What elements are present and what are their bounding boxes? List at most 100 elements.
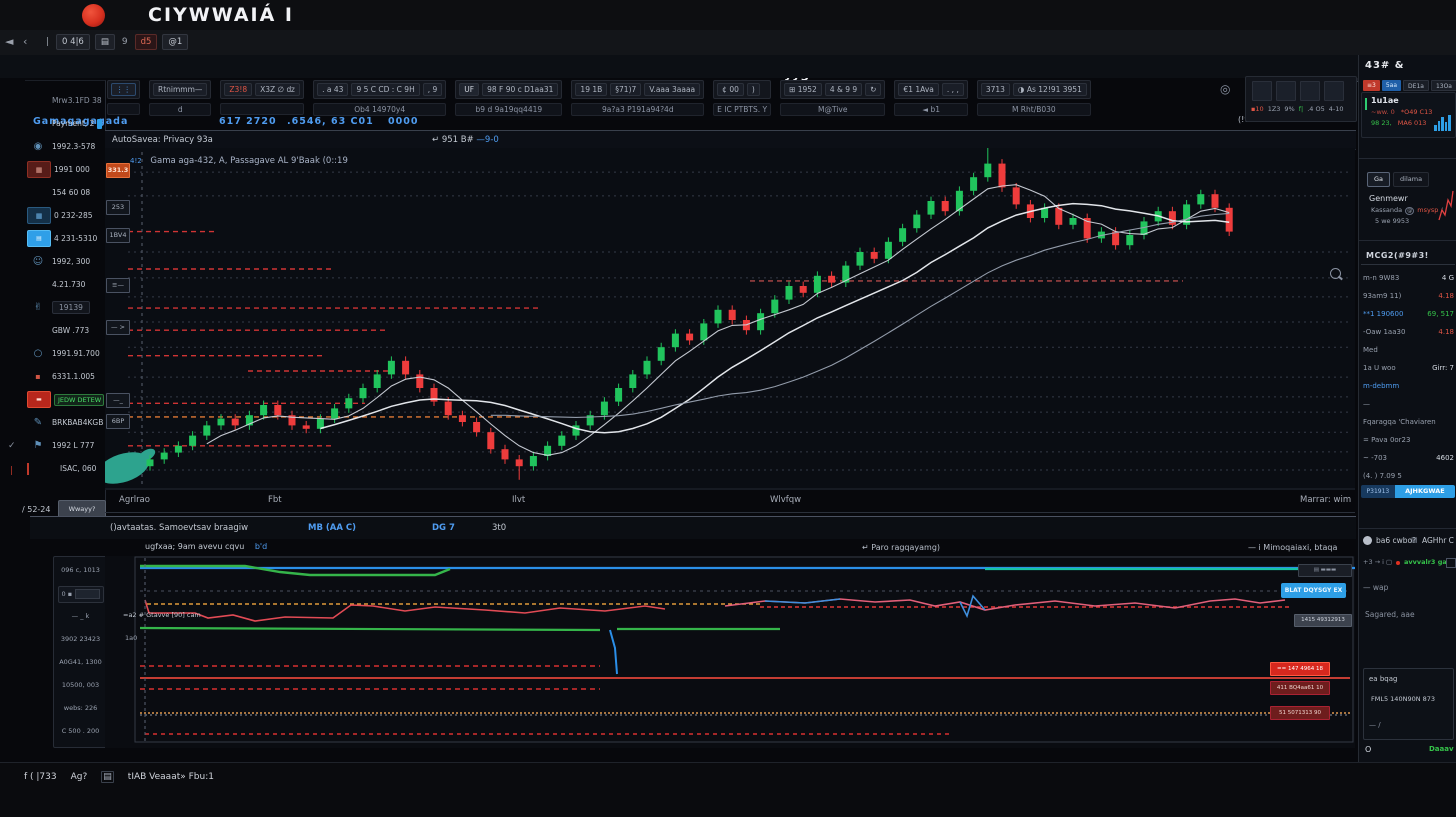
right-panel-row[interactable]: = Pava 0or23 (1363, 431, 1454, 449)
toolbar-button[interactable]: ) (747, 83, 760, 96)
toolbar-button[interactable]: ↻ (865, 83, 881, 96)
order-button[interactable]: 5aa (1382, 80, 1401, 91)
watchlist-item[interactable]: GBW .773 (25, 319, 104, 342)
watchlist-item[interactable]: Payment, 2.85-8 (25, 112, 104, 135)
right-panel-row[interactable]: ~ -7034602 (1363, 449, 1454, 467)
right-panel-row[interactable]: Med (1363, 341, 1454, 359)
right-panel-row[interactable]: (4. ) 7.09 5 (1363, 467, 1454, 485)
layout-thumbnail[interactable] (1252, 81, 1272, 101)
right-panel-progress[interactable]: P31913 AJHKGWAE (1361, 485, 1455, 498)
watchlist-item[interactable]: ▦1991 000 (25, 158, 104, 181)
price-label: — > (106, 320, 130, 335)
right-panel-row[interactable]: 93am9 11)4.18 (1363, 287, 1454, 305)
watchlist-item[interactable]: 154 60 08 (25, 181, 104, 204)
indicator-gray-button[interactable]: 1415 49312913 (1294, 614, 1352, 627)
toolbar-button[interactable]: 19 1B (575, 83, 607, 96)
toolbar-button[interactable]: 3713 (981, 83, 1010, 96)
toolbar-button[interactable]: ¢ 00 (717, 83, 744, 96)
mini-list-item[interactable]: C 500 . 200 (62, 724, 100, 747)
indicator-param-1: MB (AA C) (308, 523, 356, 533)
tabstrip-button[interactable]: d5 (135, 34, 158, 50)
toolbar-button[interactable]: ⋮⋮ (111, 83, 136, 96)
watchlist-item[interactable]: ▤4 231-5310 (25, 227, 104, 250)
watchlist-pager[interactable]: / 52-24 (22, 505, 50, 514)
right-panel-row[interactable]: Fqaragqa 'Chaviaren (1363, 413, 1454, 431)
price-label: —_ (106, 393, 130, 408)
right-panel-row[interactable]: m-n 9W834 G (1363, 269, 1454, 287)
toolbar-button[interactable]: . , , (942, 83, 964, 96)
tabstrip-button[interactable]: | (44, 37, 51, 47)
watchlist-item[interactable]: Mrw3.1FD 38 (25, 89, 104, 112)
watchlist-item[interactable]: ▪6331.1.005 (25, 365, 104, 388)
watchlist-item[interactable]: ☺1992, 300 (25, 250, 104, 273)
magnifier-icon[interactable] (1330, 268, 1341, 279)
toolbar-button[interactable]: X3Z ∅ ǳ (255, 83, 300, 96)
checkbox-icon[interactable] (1446, 558, 1456, 568)
mini-list-item[interactable]: 10500, 003 (62, 678, 99, 701)
mini-list-item[interactable]: A0G41, 1300 (59, 655, 102, 678)
tabstrip-button[interactable]: 0 4|6 (56, 34, 90, 50)
watchlist-item[interactable]: ▦0 232-285 (25, 204, 104, 227)
toolbar-button[interactable]: Rtnimmm— (153, 83, 207, 96)
mini-list-item[interactable]: 3902 23423 (61, 632, 100, 655)
tabstrip-button[interactable]: @1 (162, 34, 188, 50)
sub-panel-icons[interactable]: +3 → i ▢ (1363, 558, 1392, 566)
order-button[interactable]: 13Oa (1431, 80, 1456, 91)
toolbar-button[interactable]: . a 43 (317, 83, 348, 96)
order-button[interactable]: ≡3 (1363, 80, 1380, 91)
toolbar-button[interactable]: §71)7 (610, 83, 641, 96)
layout-thumbnail[interactable] (1276, 81, 1296, 101)
indicator-mini-button[interactable]: ▤ ▬▬▬ (1298, 564, 1352, 577)
right-panel-tab[interactable]: dilama (1393, 172, 1429, 187)
right-panel-row[interactable]: **1 19060069, 517 (1363, 305, 1454, 323)
toolbar-button[interactable]: , 9 (423, 83, 443, 96)
right-panel-row[interactable]: -Oaw 1aa304.18 (1363, 323, 1454, 341)
x-axis-label: Agrlrao (119, 495, 150, 505)
mini-list-item[interactable]: webs: 226 (64, 701, 98, 724)
toolbar-button[interactable]: €1 1Ava (898, 83, 938, 96)
position-summary-box[interactable]: 1u1ae ~ww. 0 *O49 C13 98 23, MA6 013 (1361, 92, 1456, 138)
toolbar-button[interactable]: ◑ As 12!91 3951 (1013, 83, 1087, 96)
watchlist-item[interactable]: ◉1992.3-578 (25, 135, 104, 158)
watchlist-item[interactable]: ⚑1992 L 777 (25, 434, 104, 457)
row-label: **1 190600 (1363, 310, 1403, 318)
toolbar-button[interactable]: ⊞ 1952 (784, 83, 822, 96)
toolbar: ⋮⋮Rtnimmm—dZ3!8X3Z ∅ ǳ. a 439 5 C CD : C… (107, 80, 1091, 116)
info-box-foot: — / (1369, 721, 1381, 729)
back-forward-arrows-icon[interactable]: ◄ ‹ (5, 35, 30, 48)
mini-list-item[interactable]: — _ k (72, 609, 90, 632)
indicator-blue-button[interactable]: BLAT DQYSGY EX (1281, 583, 1346, 598)
layout-thumbnail[interactable] (1300, 81, 1320, 101)
watchlist-item[interactable]: ✌19139 (25, 296, 104, 319)
tabstrip-button[interactable]: ▤ (95, 34, 115, 50)
mini-dropdown[interactable]: 0 ▪ (58, 586, 104, 603)
toolbar-button[interactable]: 4 & 9 9 (825, 83, 862, 96)
sub-panel-foot-right: Daaav (1429, 745, 1454, 753)
watchlist-item[interactable]: ISAC, 060 (25, 457, 104, 480)
watchlist-item[interactable]: ✎BRKBAB4KGBBB (25, 411, 104, 434)
right-panel-row[interactable]: 1a U wooGirr: 7 (1363, 359, 1454, 377)
candlestick-chart[interactable] (105, 148, 1355, 490)
mini-list-item[interactable]: 096 c, 1013 (61, 563, 100, 586)
indicator-right-note: — i Mimoqaiaxi, btaqa (1248, 543, 1337, 552)
toolbar-button[interactable]: 9 5 C CD : C 9H (351, 83, 419, 96)
help-circle-icon[interactable]: ◎ (1220, 83, 1233, 96)
toolbar-button[interactable]: 98 F 90 c D1aa31 (482, 83, 558, 96)
x-axis-label: Fbt (268, 495, 282, 505)
layout-thumbnails-panel: ▪101Z39%f|.4 O54-10 (1245, 76, 1357, 122)
watchlist-item[interactable]: 4.21.730 (25, 273, 104, 296)
toolbar-button[interactable]: V.aaa 3aaaa (644, 83, 700, 96)
watchlist-item[interactable]: ○1991.91.700 (25, 342, 104, 365)
grid-icon[interactable]: ▤ (1411, 536, 1418, 544)
layout-thumbnail[interactable] (1324, 81, 1344, 101)
position-symbol: 1u1ae (1371, 96, 1399, 105)
right-panel-tab[interactable]: Ga (1367, 172, 1390, 187)
watchlist-item[interactable]: ▬JEDW DETEW (25, 388, 104, 411)
right-panel-row[interactable]: — (1363, 395, 1454, 413)
order-button[interactable]: DE1a (1403, 80, 1429, 91)
tabstrip-button[interactable]: 9 (120, 37, 130, 47)
right-panel-row[interactable]: m-debmm (1363, 377, 1454, 395)
indicator-chart[interactable] (105, 556, 1355, 748)
toolbar-button[interactable]: UF (459, 83, 479, 96)
toolbar-button[interactable]: Z3!8 (224, 83, 252, 96)
